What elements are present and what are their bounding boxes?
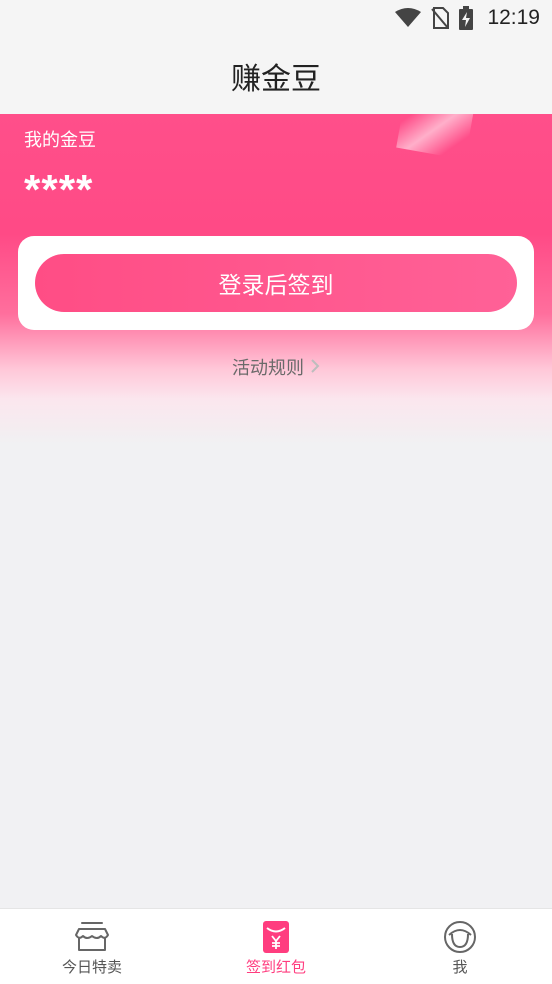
beans-value: **** <box>24 166 94 213</box>
profile-face-icon <box>443 921 477 953</box>
beans-label: 我的金豆 <box>24 130 96 151</box>
store-icon <box>74 921 110 953</box>
page-title: 赚金豆 <box>231 62 321 97</box>
tab-today-sale[interactable]: 今日特卖 <box>0 909 184 984</box>
bottom-tab-bar: 今日特卖 签到红包 我 <box>0 908 552 984</box>
red-envelope-icon <box>261 921 291 953</box>
battery-charging-icon <box>459 6 474 30</box>
activity-rules-link[interactable]: 活动规则 <box>0 354 552 380</box>
tab-label: 今日特卖 <box>61 958 122 976</box>
status-icons: 12:19 <box>395 5 540 31</box>
tab-label: 我 <box>452 958 468 976</box>
tab-signin-redpacket[interactable]: 签到红包 <box>184 909 368 984</box>
chevron-right-icon <box>310 358 320 377</box>
login-to-signin-button[interactable]: 登录后签到 <box>35 254 517 312</box>
hero-shine <box>396 114 474 160</box>
login-button-label: 登录后签到 <box>218 273 334 299</box>
wifi-icon <box>395 8 422 28</box>
status-time: 12:19 <box>487 6 540 29</box>
tab-me[interactable]: 我 <box>368 909 552 984</box>
activity-rules-label: 活动规则 <box>232 358 304 379</box>
nav-bar: 赚金豆 <box>0 36 552 114</box>
no-sim-icon <box>431 7 450 29</box>
tab-label: 签到红包 <box>245 958 306 976</box>
status-bar: 12:19 <box>0 0 552 36</box>
